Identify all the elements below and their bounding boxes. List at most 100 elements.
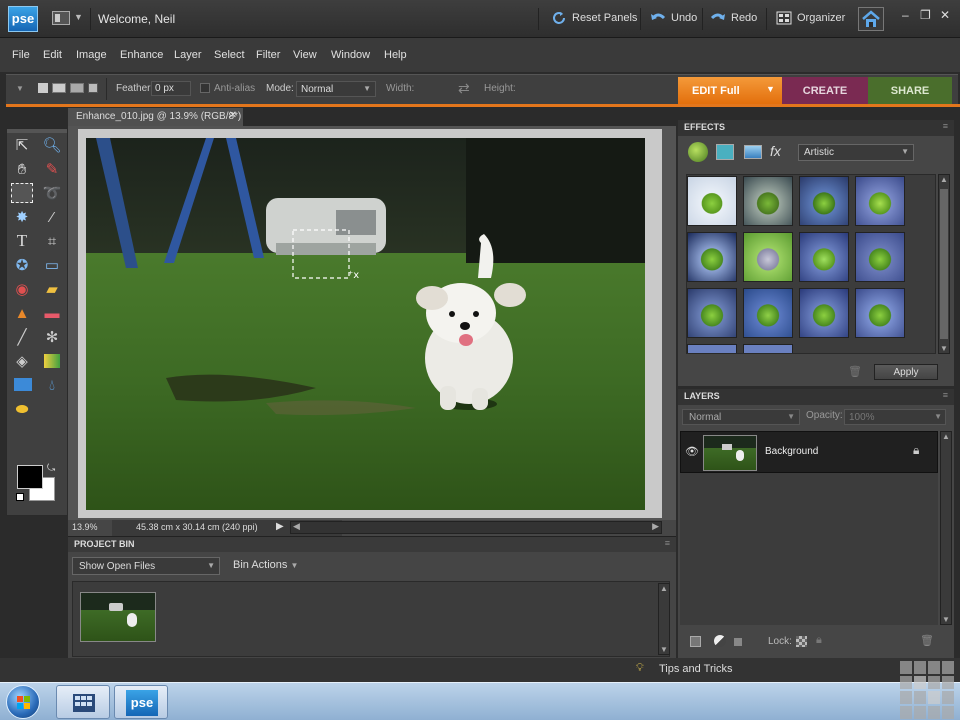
anti-alias-checkbox[interactable] (200, 83, 210, 93)
effect-thumbnail[interactable] (743, 176, 793, 226)
menu-edit[interactable]: Edit (43, 49, 62, 61)
eyedropper-tool-icon[interactable]: ✎ (41, 159, 63, 179)
effect-thumbnail[interactable] (855, 176, 905, 226)
menu-file[interactable]: File (12, 49, 30, 61)
menu-window[interactable]: Window (331, 49, 370, 61)
show-files-select[interactable]: Show Open Files ▼ (72, 557, 220, 575)
chevron-down-icon[interactable]: ▼ (74, 12, 83, 22)
all-effects-icon[interactable]: fx (770, 143, 781, 159)
effect-thumbnail[interactable] (687, 288, 737, 338)
lock-all-icon[interactable]: 🔒︎ (816, 634, 822, 647)
trash-icon[interactable]: 🗑︎ (848, 365, 862, 378)
tab-edit-full[interactable]: EDIT Full ▼ (678, 77, 782, 104)
effects-category-select[interactable]: Artistic ▼ (798, 144, 914, 161)
menu-help[interactable]: Help (384, 49, 407, 61)
red-eye-tool-icon[interactable]: ◉ (11, 279, 33, 299)
new-layer-icon[interactable] (690, 636, 701, 647)
scroll-up-icon[interactable]: ▲ (942, 432, 950, 441)
clone-stamp-tool-icon[interactable]: ▲ (11, 303, 33, 323)
document-tab[interactable]: Enhance_010.jpg @ 13.9% (RGB/8*) ✕ (68, 108, 243, 126)
adjustment-layer-icon[interactable] (714, 635, 726, 647)
scroll-up-icon[interactable]: ▲ (940, 175, 948, 184)
close-icon[interactable]: ✕ (940, 8, 950, 22)
effect-thumbnail[interactable] (743, 344, 793, 353)
quick-selection-tool-icon[interactable]: ⁄ (41, 207, 63, 227)
brush-tool-icon[interactable]: ╱ (11, 327, 33, 347)
gradient-tool-icon[interactable] (44, 354, 60, 368)
lasso-tool-icon[interactable]: ➰ (41, 183, 63, 203)
scroll-right-icon[interactable]: ▶ (652, 521, 659, 532)
effect-thumbnail[interactable] (687, 232, 737, 282)
effect-thumbnail[interactable] (799, 176, 849, 226)
close-icon[interactable]: ✕ (229, 110, 237, 121)
undo-button[interactable]: Undo (650, 11, 697, 25)
tips-and-tricks-link[interactable]: Tips and Tricks (659, 663, 733, 675)
effect-thumbnail[interactable] (799, 288, 849, 338)
photo-canvas[interactable]: ⁺x (86, 138, 645, 510)
subtract-selection-icon[interactable] (70, 83, 84, 93)
magic-wand-tool-icon[interactable]: ✸ (11, 207, 33, 227)
restore-icon[interactable]: ❐ (920, 8, 931, 22)
filters-icon[interactable] (688, 142, 708, 162)
zoom-tool-icon[interactable]: 🔍︎ (41, 135, 63, 155)
project-bin-header[interactable]: PROJECT BIN ≡ (68, 536, 676, 552)
taskbar-pse-app[interactable]: pse (114, 685, 168, 719)
move-tool-icon[interactable]: ⇱ (11, 135, 33, 155)
tab-share[interactable]: SHARE (868, 77, 952, 104)
hand-tool-icon[interactable]: ✋︎ (11, 159, 33, 179)
opacity-input[interactable]: 100% ▼ (844, 409, 946, 425)
view-layout-button[interactable] (52, 11, 70, 25)
apply-button[interactable]: Apply (874, 364, 938, 380)
scroll-down-icon[interactable]: ▼ (660, 645, 668, 654)
effect-thumbnail[interactable] (743, 232, 793, 282)
tab-create[interactable]: CREATE (782, 77, 868, 104)
marquee-tool-icon[interactable] (11, 183, 33, 203)
chevron-down-icon[interactable]: ▼ (766, 84, 775, 94)
layer-row-background[interactable]: 👁︎ Background 🔒︎ (680, 431, 938, 473)
minimize-icon[interactable]: – (902, 8, 909, 22)
eraser-tool-icon[interactable]: ▬ (41, 303, 63, 323)
straighten-tool-icon[interactable]: ▭ (41, 255, 63, 275)
mode-select[interactable]: Normal ▼ (296, 81, 376, 97)
swap-colors-icon[interactable]: ⤿ (47, 463, 55, 474)
foreground-color-swatch[interactable] (17, 465, 43, 489)
effects-vertical-scrollbar[interactable]: ▲ ▼ (938, 174, 950, 354)
effect-thumbnail[interactable] (799, 232, 849, 282)
scroll-down-icon[interactable]: ▼ (942, 615, 950, 624)
effects-panel-header[interactable]: EFFECTS ≡ (678, 120, 954, 136)
toolbox-grip[interactable] (7, 129, 67, 133)
effect-thumbnail[interactable] (855, 288, 905, 338)
lock-transparency-icon[interactable] (796, 636, 807, 647)
horizontal-scrollbar[interactable]: ◀ ▶ (290, 521, 662, 534)
bin-vertical-scrollbar[interactable]: ▲ ▼ (658, 583, 670, 655)
sponge-tool-icon[interactable]: ⬬ (11, 399, 33, 419)
add-selection-icon[interactable] (52, 83, 66, 93)
panel-menu-icon[interactable]: ≡ (943, 121, 948, 131)
trash-icon[interactable]: 🗑︎ (920, 634, 934, 647)
crop-tool-icon[interactable]: ⌗ (41, 231, 63, 251)
layers-panel-header[interactable]: LAYERS ≡ (678, 389, 954, 405)
feather-input[interactable]: 0 px (151, 81, 191, 96)
blend-mode-select[interactable]: Normal ▼ (682, 409, 800, 425)
scroll-thumb[interactable] (940, 189, 948, 339)
cookie-cutter-tool-icon[interactable]: ✪ (11, 255, 33, 275)
photo-effects-icon[interactable] (744, 145, 762, 159)
scroll-up-icon[interactable]: ▲ (660, 584, 668, 593)
organizer-button[interactable]: Organizer (776, 11, 845, 25)
intersect-selection-icon[interactable] (88, 83, 98, 93)
swap-arrows-icon[interactable]: ⇄ (458, 80, 470, 97)
new-selection-icon[interactable] (38, 83, 48, 93)
menu-enhance[interactable]: Enhance (120, 49, 163, 61)
shape-tool-icon[interactable] (14, 378, 32, 391)
menu-view[interactable]: View (293, 49, 317, 61)
bin-actions-button[interactable]: Bin Actions ▼ (233, 559, 298, 571)
panel-menu-icon[interactable]: ≡ (665, 538, 670, 548)
type-tool-icon[interactable]: T (11, 231, 33, 251)
panel-menu-icon[interactable]: ≡ (943, 390, 948, 400)
blur-tool-icon[interactable]: 💧︎ (41, 375, 63, 395)
default-colors-icon[interactable] (16, 493, 24, 501)
reset-panels-button[interactable]: Reset Panels (551, 11, 637, 25)
menu-select[interactable]: Select (214, 49, 245, 61)
menu-filter[interactable]: Filter (256, 49, 280, 61)
effect-thumbnail[interactable] (687, 176, 737, 226)
